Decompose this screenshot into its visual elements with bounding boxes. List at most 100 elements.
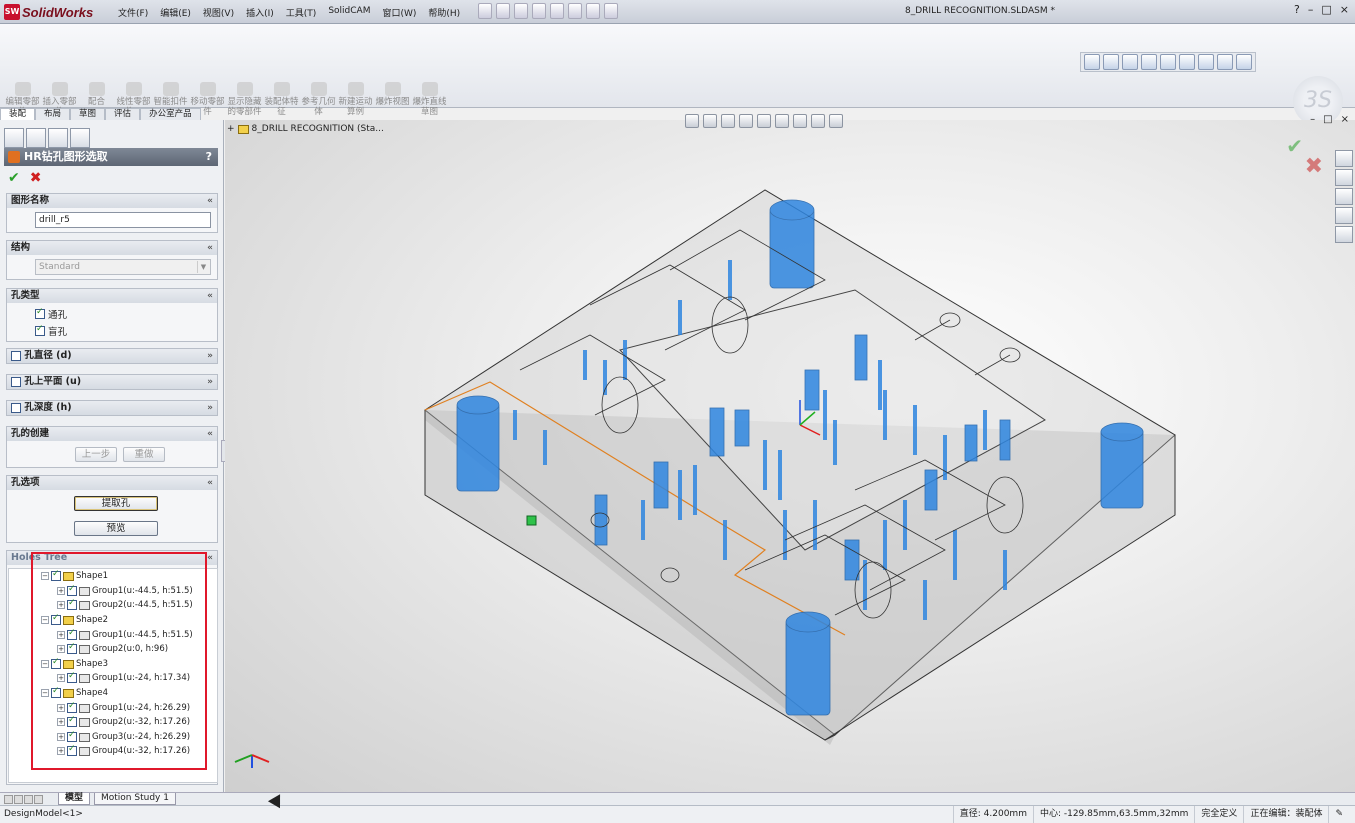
close-button[interactable]: × (1340, 3, 1349, 16)
depth-enable-checkbox[interactable] (11, 402, 21, 413)
next-tab-icon[interactable] (24, 795, 33, 804)
first-tab-icon[interactable] (4, 795, 13, 804)
tab-office-products[interactable]: 办公室产品 (140, 108, 201, 120)
filter-component-icon[interactable] (1217, 54, 1233, 70)
tab-sketch[interactable]: 草图 (70, 108, 106, 120)
new-motion-study-button[interactable]: 新建运动算例 (337, 82, 374, 117)
preview-button[interactable]: 预览 (74, 521, 158, 536)
property-manager-tab-icon[interactable] (26, 128, 46, 148)
tab-model[interactable]: 模型 (58, 793, 91, 805)
property-manager-panel: HR钻孔图形选取 ? ✔ ✖ 图形名称 « drill_r5 结构 « Standa… (0, 120, 224, 792)
select-icon[interactable] (586, 3, 600, 19)
feature-tree-tab-icon[interactable] (4, 128, 24, 148)
collapse-icon: « (207, 553, 213, 563)
expand-icon: » (207, 377, 213, 387)
filter-edge-icon[interactable] (1103, 54, 1119, 70)
filter-axis-icon[interactable] (1141, 54, 1157, 70)
previous-step-button[interactable]: 上一步 (75, 447, 117, 462)
expand-icon: » (207, 403, 213, 413)
tab-motion-study[interactable]: Motion Study 1 (94, 793, 176, 805)
explode-line-sketch-button[interactable]: 爆炸直线草图 (411, 82, 448, 117)
smart-fasteners-icon (162, 82, 179, 96)
top-face-enable-checkbox[interactable] (11, 376, 21, 387)
exploded-view-button[interactable]: 爆炸视图 (374, 82, 411, 117)
group-header[interactable]: 结构 « (7, 241, 217, 255)
shape-name-input[interactable]: drill_r5 (35, 212, 211, 228)
app-logo[interactable]: SW SolidWorks (4, 3, 93, 21)
drag-handle[interactable] (526, 515, 537, 526)
checkbox[interactable] (35, 307, 45, 319)
restore-button[interactable]: □ (1321, 3, 1331, 16)
structure-group: 结构 « Standard ▼ (6, 240, 218, 280)
collapse-icon: « (207, 291, 213, 301)
top-face-group: 孔上平面 (u)» (6, 374, 218, 390)
assembly-features-button[interactable]: 装配体特征 (263, 82, 300, 117)
dim-xpert-tab-icon[interactable] (70, 128, 90, 148)
help-icon[interactable]: ? (206, 148, 212, 166)
menu-help[interactable]: 帮助(H) (422, 5, 466, 20)
save-icon[interactable] (532, 3, 546, 19)
menu-view[interactable]: 视图(V) (197, 5, 240, 20)
menu-edit[interactable]: 编辑(E) (154, 5, 197, 20)
group-header[interactable]: 孔深度 (h)» (7, 401, 217, 415)
tab-assembly[interactable]: 装配 (0, 108, 36, 120)
tab-evaluate[interactable]: 评估 (105, 108, 141, 120)
collapse-icon: « (207, 429, 213, 439)
group-header[interactable]: 孔选项 « (7, 476, 217, 490)
rebuild-icon[interactable]: ✎ (1328, 806, 1349, 823)
menu-tools[interactable]: 工具(T) (280, 5, 323, 20)
filter-solid-icon[interactable] (1198, 54, 1214, 70)
redo-button[interactable]: 重做 (123, 447, 165, 462)
new-document-icon[interactable] (496, 3, 510, 19)
reference-geometry-button[interactable]: 参考几何体 (300, 82, 337, 117)
filter-face-icon[interactable] (1122, 54, 1138, 70)
last-tab-icon[interactable] (34, 795, 43, 804)
menu-file[interactable]: 文件(F) (112, 5, 154, 20)
mold-plate-model[interactable] (424, 189, 1176, 745)
graphics-viewport[interactable]: + 8_DRILL RECOGNITION (Sta... – □ × ✔ ✖ (225, 114, 1355, 792)
help-button[interactable]: ? (1294, 3, 1300, 16)
status-defined: 完全定义 (1194, 806, 1243, 823)
selection-highlight-box (31, 552, 207, 770)
through-hole-checkbox[interactable]: 通孔 (35, 307, 67, 321)
property-manager-header: HR钻孔图形选取 ? (4, 148, 218, 166)
group-header[interactable]: 孔的创建 « (7, 427, 217, 441)
cancel-button[interactable]: ✖ (30, 170, 42, 186)
undo-icon[interactable] (568, 3, 582, 19)
filter-vertex-icon[interactable] (1084, 54, 1100, 70)
status-editing: 正在编辑：装配体 (1243, 806, 1328, 823)
status-diameter: 直径: 4.200mm (952, 806, 1033, 823)
group-header[interactable]: 图形名称 « (7, 194, 217, 208)
extract-holes-button[interactable]: 提取孔 (74, 496, 158, 511)
show-hidden-button[interactable]: 显示隐藏的零部件 (226, 82, 263, 117)
depth-group: 孔深度 (h)» (6, 400, 218, 416)
options-icon[interactable] (604, 3, 618, 19)
pin-icon[interactable] (478, 3, 492, 19)
minimize-button[interactable]: – (1308, 3, 1314, 16)
group-header[interactable]: 孔类型 « (7, 289, 217, 303)
configuration-manager-tab-icon[interactable] (48, 128, 68, 148)
group-header[interactable]: 孔直径 (d)» (7, 349, 217, 363)
menu-window[interactable]: 窗口(W) (376, 5, 422, 20)
print-icon[interactable] (550, 3, 564, 19)
move-component-icon (199, 82, 216, 96)
tab-layout[interactable]: 布局 (35, 108, 71, 120)
chevron-down-icon: ▼ (197, 261, 209, 273)
blind-hole-checkbox[interactable]: 盲孔 (35, 324, 67, 338)
filter-toggle-icon[interactable] (1236, 54, 1252, 70)
status-selection: DesignModel<1> (4, 809, 83, 819)
prev-tab-icon[interactable] (14, 795, 23, 804)
diameter-enable-checkbox[interactable] (11, 350, 21, 361)
filter-plane-icon[interactable] (1160, 54, 1176, 70)
group-header[interactable]: 孔上平面 (u)» (7, 375, 217, 389)
edit-component-icon (14, 82, 31, 96)
status-center: 中心: -129.85mm,63.5mm,32mm (1032, 806, 1194, 823)
ok-button[interactable]: ✔ (8, 170, 20, 186)
menu-solidcam[interactable]: SolidCAM (322, 5, 376, 20)
status-bar: DesignModel<1> 直径: 4.200mm 中心: -129.85mm… (0, 805, 1355, 823)
open-icon[interactable] (514, 3, 528, 19)
menu-insert[interactable]: 插入(I) (240, 5, 280, 20)
checkbox[interactable] (35, 324, 45, 336)
linear-pattern-icon (125, 82, 142, 96)
filter-sketch-icon[interactable] (1179, 54, 1195, 70)
